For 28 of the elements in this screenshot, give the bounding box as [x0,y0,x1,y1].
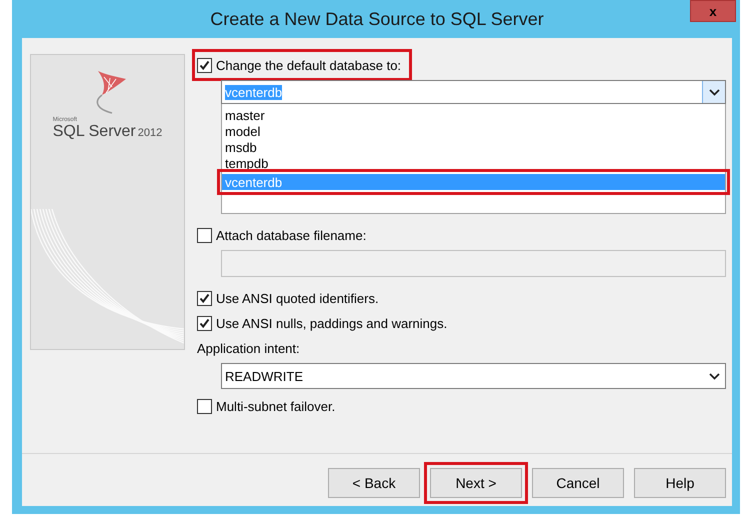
dialog-button[interactable]: Help [634,468,726,498]
checkbox[interactable] [197,316,212,330]
checkbox[interactable] [197,290,212,306]
intent-label: Application intent: [197,340,301,358]
chevron-down-icon [708,88,720,96]
dialog-button[interactable]: Next > [430,468,522,498]
dropdown-option[interactable]: msdb [222,139,725,155]
dropdown-option[interactable]: master [222,107,725,123]
logo-product: SQL Server [52,123,136,141]
checkbox-label: Attach database filename: [216,228,366,242]
default-database-checkbox-row[interactable]: Change the default database to: [197,54,408,76]
checkbox-label: Use ANSI quoted identifiers. [216,290,379,306]
checkbox-label: Change the default database to: [216,58,402,72]
dropdown-option[interactable]: model [222,123,725,139]
chevron-down-icon [708,372,720,380]
checkbox-label: Use ANSI nulls, paddings and warnings. [216,316,448,330]
combo-value: vcenterdb [225,84,282,100]
intent-combo[interactable]: READWRITE [221,363,726,389]
dialog-button[interactable]: Cancel [532,468,624,498]
checkbox-label: Multi-subnet failover. [216,398,336,414]
dropdown-option[interactable]: tempdb [222,155,725,171]
window-title: Create a New Data Source to SQL Server [210,8,544,30]
close-button[interactable]: x [690,0,736,22]
dialog-button[interactable]: < Back [328,468,420,498]
checkbox[interactable] [197,58,212,72]
checkbox[interactable] [197,398,212,414]
logo-version: 2012 [138,127,162,139]
combo-value: READWRITE [225,368,303,384]
